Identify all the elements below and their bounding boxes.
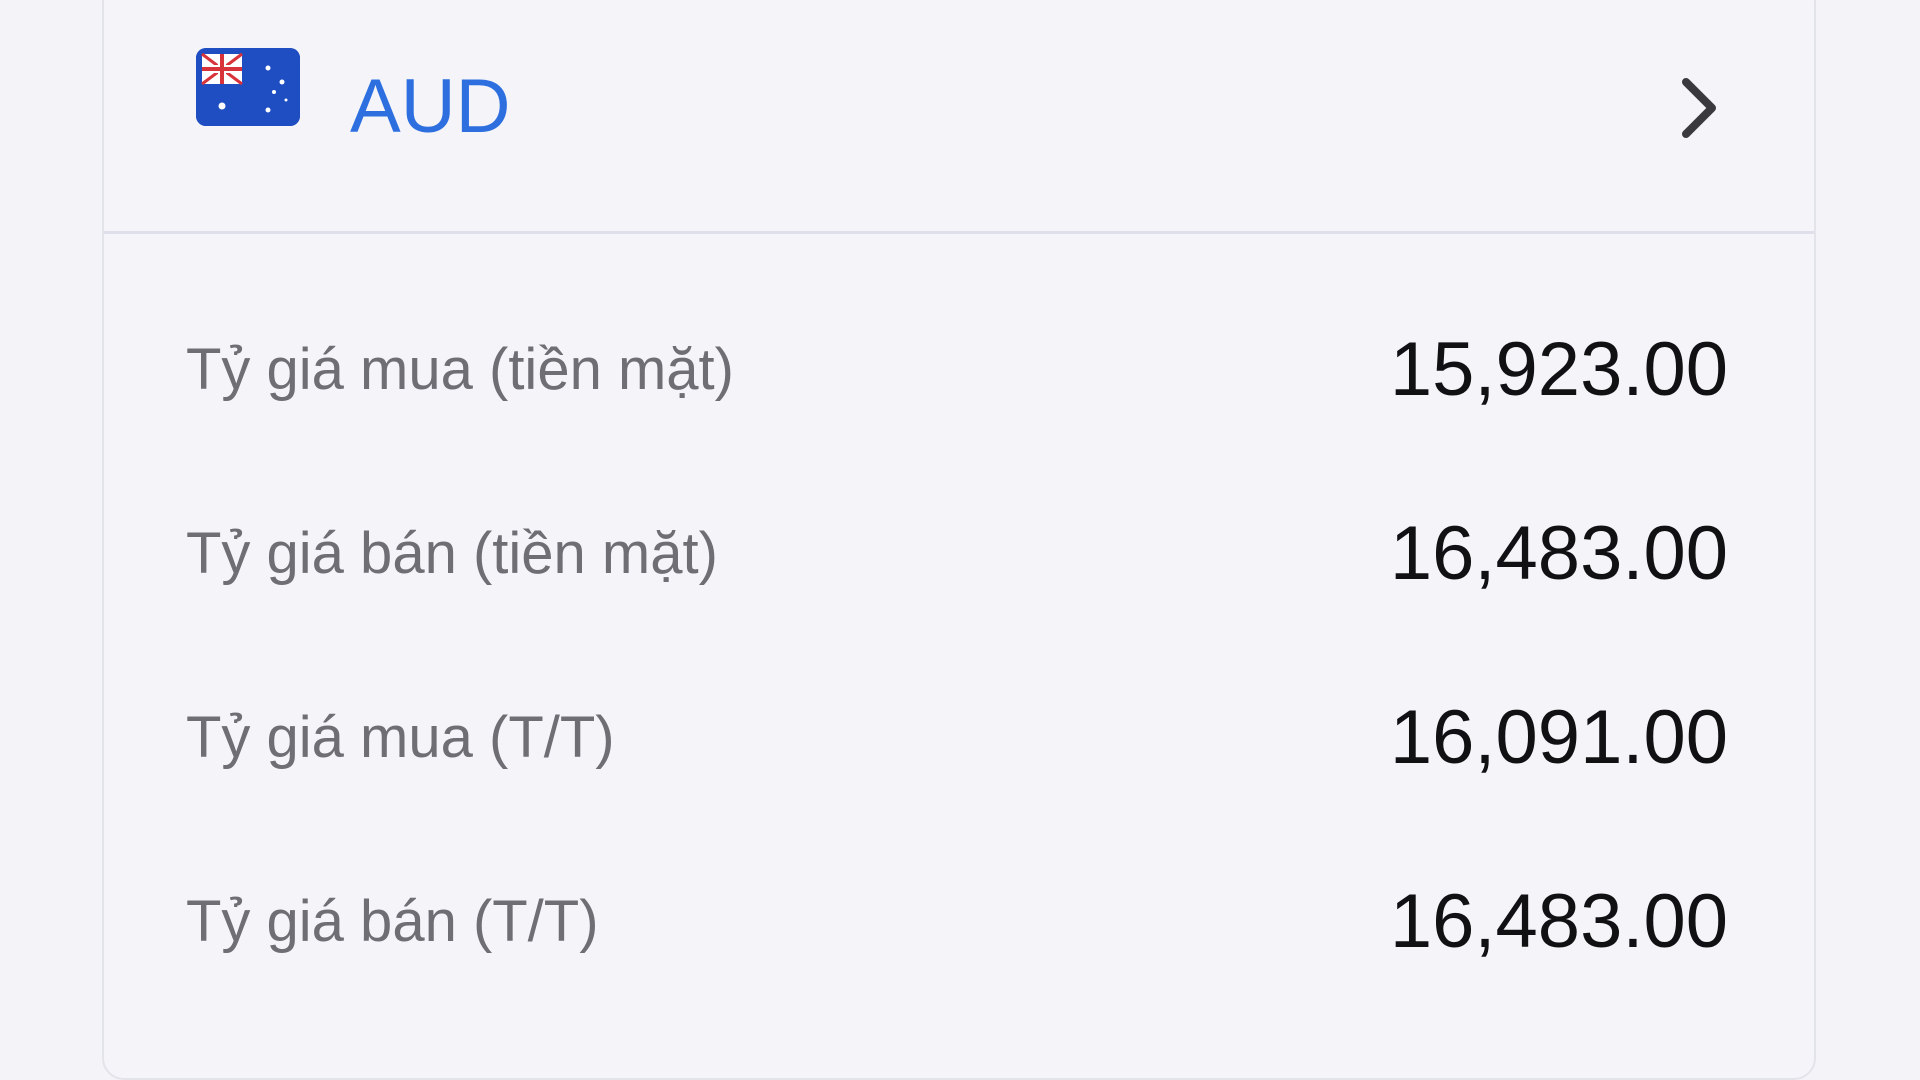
rate-row-tt-buy: Tỷ giá mua (T/T) 16,091.00 <box>104 688 1814 788</box>
rate-label: Tỷ giá bán (T/T) <box>186 889 599 954</box>
rate-label: Tỷ giá mua (tiền mặt) <box>186 337 734 402</box>
currency-rate-card: AUD Tỷ giá mua (tiền mặt) 15,923.00 Tỷ g… <box>102 0 1816 1080</box>
chevron-right-icon[interactable] <box>1668 60 1728 156</box>
currency-code: AUD <box>350 64 511 149</box>
currency-header[interactable]: AUD <box>104 2 1814 234</box>
rate-value: 16,483.00 <box>1389 511 1728 596</box>
rate-row-tt-sell: Tỷ giá bán (T/T) 16,483.00 <box>104 872 1814 972</box>
rate-label: Tỷ giá mua (T/T) <box>186 705 615 770</box>
rate-value: 16,091.00 <box>1389 695 1728 780</box>
rate-value: 15,923.00 <box>1389 327 1728 412</box>
rate-value: 16,483.00 <box>1389 879 1728 964</box>
australia-flag-icon <box>196 48 300 126</box>
rate-row-cash-sell: Tỷ giá bán (tiền mặt) 16,483.00 <box>104 504 1814 604</box>
rate-label: Tỷ giá bán (tiền mặt) <box>186 521 718 586</box>
rate-row-cash-buy: Tỷ giá mua (tiền mặt) 15,923.00 <box>104 320 1814 420</box>
